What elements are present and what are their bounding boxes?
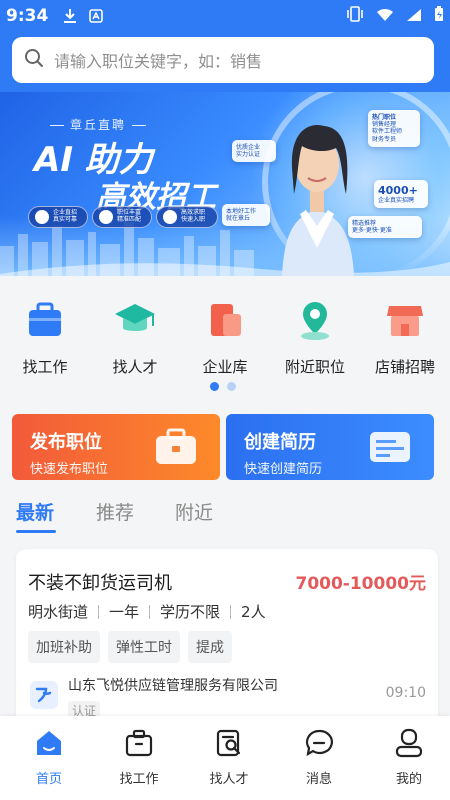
category-grid: 找工作 找人才 企业库 附近职位 店铺招聘 — [0, 276, 450, 396]
float-card-local: 本地好工作 就在章丘 — [222, 204, 270, 227]
job-tags: 加班补助 弹性工时 提成 — [28, 631, 232, 663]
user-icon — [395, 728, 423, 758]
job-location: 明水街道 — [28, 603, 89, 621]
nav-find-job[interactable]: 找工作 — [104, 728, 174, 787]
nav-label: 找工作 — [119, 772, 159, 787]
carousel-dot-active[interactable] — [210, 382, 219, 391]
pill-text: 真实可靠 — [53, 216, 78, 223]
recruiter-illustration — [282, 124, 354, 276]
category-label: 找人才 — [112, 358, 158, 376]
float-card-count: 4000+ 企业真实招聘 — [374, 180, 428, 209]
banner-pill-3: 高效求职 快速入职 — [156, 206, 218, 228]
float-card-text: 就在章丘 — [226, 215, 251, 223]
pill-text: 精准匹配 — [117, 216, 142, 223]
float-card-text: 软件工程师 — [372, 128, 403, 136]
search-bar[interactable]: 请输入职位关键字，如：销售 — [12, 37, 434, 83]
app-notification-icon — [88, 8, 104, 24]
float-card-quality: 优质企业 实力认证 — [232, 140, 276, 163]
post-time: 09:10 — [385, 685, 426, 701]
float-card-text: 实力认证 — [236, 151, 261, 159]
tab-indicator — [16, 530, 56, 533]
job-experience: 一年 — [109, 603, 140, 621]
briefcase-icon — [29, 302, 61, 336]
tab-latest[interactable]: 最新 — [16, 498, 54, 525]
company-icon — [211, 304, 241, 336]
bottom-nav: 首页 找工作 找人才 消息 我的 — [0, 716, 450, 800]
category-find-job[interactable]: 找工作 — [5, 298, 85, 377]
job-tag: 加班补助 — [28, 631, 100, 663]
pill-text: 快速入职 — [181, 216, 206, 223]
divider — [149, 604, 151, 619]
nav-label: 找人才 — [209, 772, 249, 787]
vibrate-icon — [346, 6, 364, 26]
carousel-dot[interactable] — [227, 382, 236, 391]
nav-label: 我的 — [395, 772, 422, 787]
nav-profile[interactable]: 我的 — [374, 728, 444, 787]
job-tag: 提成 — [188, 631, 232, 663]
tab-recommended[interactable]: 推荐 — [96, 498, 134, 525]
nav-messages[interactable]: 消息 — [284, 728, 354, 787]
divider — [230, 604, 232, 619]
job-card[interactable]: 不装不卸货运司机 7000-10000元 明水街道 一年 学历不限 2人 加班补… — [16, 549, 438, 729]
job-education: 学历不限 — [160, 603, 221, 621]
signal-icon — [406, 7, 422, 26]
float-card-number: 4000+ — [378, 184, 418, 197]
company-name: 山东飞悦供应链管理服务有限公司 — [68, 678, 278, 694]
banner-brand: 章丘直聘 — [44, 116, 152, 133]
float-card-text: 更多·更快·更准 — [352, 227, 392, 235]
status-time: 9:34 — [6, 6, 49, 26]
job-salary: 7000-10000元 — [295, 574, 426, 594]
location-pin-icon — [301, 302, 329, 340]
promo-banner[interactable]: 章丘直聘 AI 助力 高效招工 企业直招 真实可靠 职位丰富 精准匹配 高效求职 快速… — [0, 92, 450, 276]
briefcase-icon — [125, 729, 153, 757]
banner-pill-2: 职位丰富 精准匹配 — [92, 206, 152, 228]
chat-icon — [306, 729, 333, 757]
wifi-icon — [376, 7, 394, 26]
resume-icon — [370, 432, 410, 462]
float-card-text: 财务专员 — [372, 135, 397, 143]
category-find-talent[interactable]: 找人才 — [95, 298, 175, 377]
job-meta: 明水街道 一年 学历不限 2人 — [28, 601, 266, 622]
category-label: 店铺招聘 — [374, 358, 435, 376]
resume-search-icon — [216, 729, 241, 757]
store-icon — [387, 306, 423, 336]
tab-nearby[interactable]: 附近 — [175, 498, 213, 525]
nav-label: 首页 — [35, 772, 62, 787]
create-resume-card[interactable]: 创建简历 快速创建简历 — [226, 414, 434, 480]
float-card-featured: 精选推荐 更多·更快·更准 — [348, 216, 422, 239]
category-label: 附近职位 — [284, 358, 345, 376]
download-icon — [62, 8, 78, 24]
battery-icon — [434, 6, 444, 26]
lightning-icon — [163, 210, 177, 224]
float-card-text: 企业真实招聘 — [378, 197, 415, 205]
status-bar: 9:34 — [0, 0, 450, 32]
search-icon — [24, 48, 44, 72]
shield-icon — [35, 210, 49, 224]
banner-pill-1: 企业直招 真实可靠 — [28, 206, 88, 228]
category-company-library[interactable]: 企业库 — [185, 298, 265, 377]
job-title: 不装不卸货运司机 — [28, 573, 172, 594]
category-nearby-jobs[interactable]: 附近职位 — [275, 298, 355, 377]
nav-label: 消息 — [305, 772, 332, 787]
job-tabs: 最新 推荐 附近 — [0, 496, 450, 536]
post-job-card[interactable]: 发布职位 快速发布职位 — [12, 414, 220, 480]
category-label: 找工作 — [22, 358, 68, 376]
search-placeholder: 请输入职位关键字，如：销售 — [54, 52, 263, 71]
company-logo — [30, 681, 58, 709]
briefcase-icon — [156, 428, 196, 464]
company-logo-icon — [35, 687, 52, 703]
top-header: 9:34 请输入职位关键字，如：销售 — [0, 0, 450, 92]
job-headcount: 2人 — [241, 603, 266, 621]
carousel-indicator — [210, 382, 236, 391]
float-card-hot-jobs: 热门职位 销售经理 软件工程师 财务专员 — [368, 110, 420, 147]
job-tag: 弹性工时 — [108, 631, 180, 663]
category-label: 企业库 — [202, 358, 248, 376]
home-icon — [37, 731, 61, 755]
graduation-cap-icon — [115, 304, 155, 331]
divider — [98, 604, 100, 619]
match-icon — [99, 210, 113, 224]
nav-home[interactable]: 首页 — [14, 728, 84, 787]
category-shop-recruit[interactable]: 店铺招聘 — [365, 298, 445, 377]
nav-find-talent[interactable]: 找人才 — [194, 728, 264, 787]
